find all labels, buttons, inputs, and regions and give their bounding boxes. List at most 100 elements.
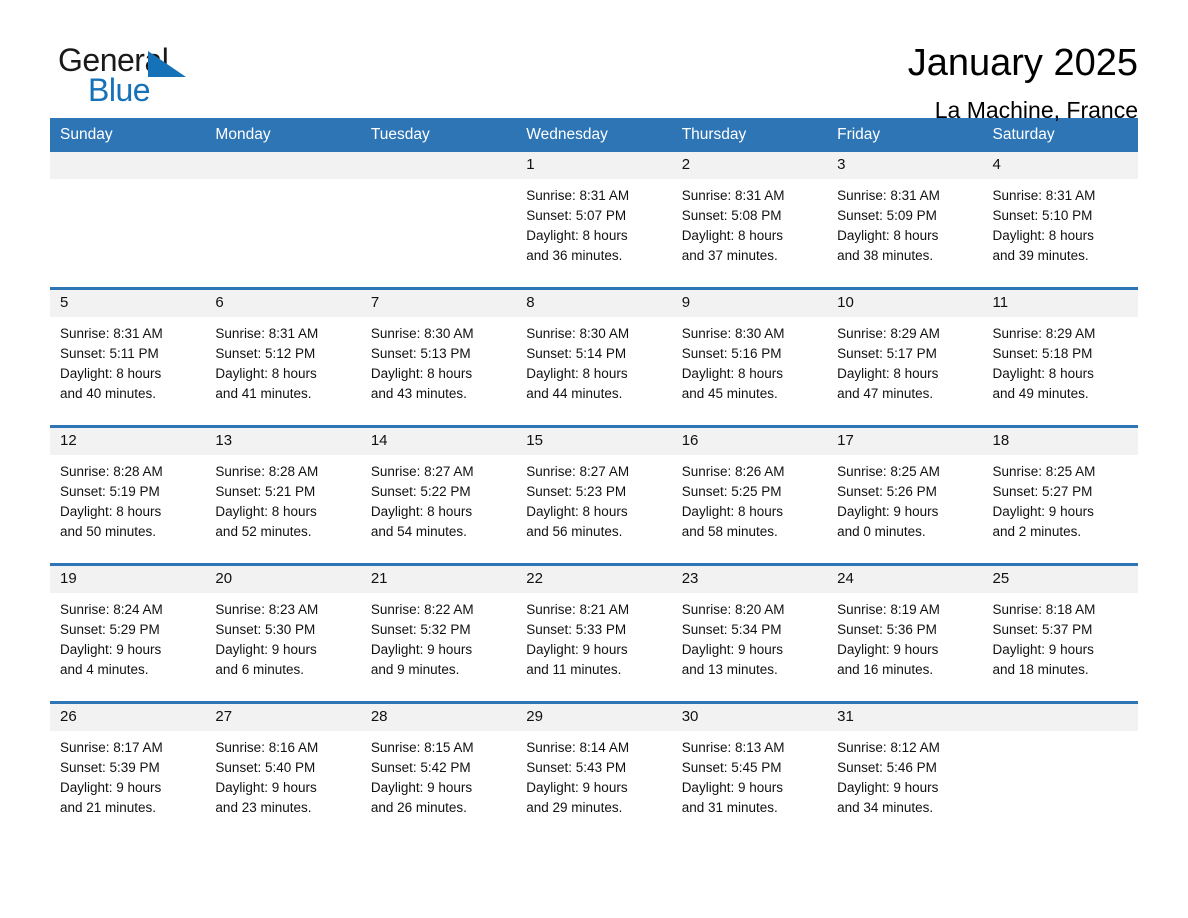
weekday-header-friday: Friday bbox=[837, 126, 881, 143]
week-row: 5 Sunrise: 8:31 AM Sunset: 5:11 PM Dayli… bbox=[50, 287, 1138, 425]
day-sun-info: Sunrise: 8:17 AM Sunset: 5:39 PM Dayligh… bbox=[60, 740, 163, 816]
day-cell[interactable]: 14 Sunrise: 8:27 AM Sunset: 5:22 PM Dayl… bbox=[360, 428, 517, 563]
day-number: 2 bbox=[671, 152, 828, 180]
day-sun-info: Sunrise: 8:31 AM Sunset: 5:09 PM Dayligh… bbox=[837, 188, 940, 264]
day-sun-info: Sunrise: 8:16 AM Sunset: 5:40 PM Dayligh… bbox=[215, 740, 319, 816]
day-cell[interactable]: 19 Sunrise: 8:24 AM Sunset: 5:29 PM Dayl… bbox=[50, 566, 206, 701]
day-sun-info: Sunrise: 8:29 AM Sunset: 5:17 PM Dayligh… bbox=[837, 326, 940, 402]
calendar-page: General Blue January 2025 La Machine, Fr… bbox=[0, 0, 1188, 918]
day-cell[interactable]: 4 Sunrise: 8:31 AM Sunset: 5:10 PM Dayli… bbox=[982, 152, 1138, 287]
weekday-header-wednesday: Wednesday bbox=[526, 126, 608, 143]
day-sun-info: Sunrise: 8:30 AM Sunset: 5:16 PM Dayligh… bbox=[681, 326, 785, 402]
day-cell[interactable] bbox=[50, 152, 206, 287]
day-number: 13 bbox=[205, 428, 361, 456]
day-number: 31 bbox=[827, 704, 983, 732]
day-number: 12 bbox=[50, 428, 206, 456]
day-cell[interactable]: 8 Sunrise: 8:30 AM Sunset: 5:14 PM Dayli… bbox=[516, 290, 672, 425]
week-row: 12 Sunrise: 8:28 AM Sunset: 5:19 PM Dayl… bbox=[50, 425, 1138, 563]
day-sun-info: Sunrise: 8:24 AM Sunset: 5:29 PM Dayligh… bbox=[60, 602, 163, 678]
day-sun-info: Sunrise: 8:31 AM Sunset: 5:07 PM Dayligh… bbox=[526, 188, 630, 264]
day-sun-info: Sunrise: 8:30 AM Sunset: 5:13 PM Dayligh… bbox=[370, 326, 474, 402]
day-cell[interactable] bbox=[205, 152, 361, 287]
day-cell[interactable]: 20 Sunrise: 8:23 AM Sunset: 5:30 PM Dayl… bbox=[205, 566, 361, 701]
day-sun-info bbox=[205, 179, 360, 186]
day-sun-info: Sunrise: 8:23 AM Sunset: 5:30 PM Dayligh… bbox=[215, 602, 319, 678]
day-cell[interactable]: 24 Sunrise: 8:19 AM Sunset: 5:36 PM Dayl… bbox=[827, 566, 983, 701]
day-sun-info: Sunrise: 8:21 AM Sunset: 5:33 PM Dayligh… bbox=[526, 602, 630, 678]
day-number: 7 bbox=[360, 290, 517, 318]
week-row: 19 Sunrise: 8:24 AM Sunset: 5:29 PM Dayl… bbox=[50, 563, 1138, 701]
day-number: 15 bbox=[516, 428, 672, 456]
day-cell[interactable]: 6 Sunrise: 8:31 AM Sunset: 5:12 PM Dayli… bbox=[205, 290, 361, 425]
day-cell[interactable]: 12 Sunrise: 8:28 AM Sunset: 5:19 PM Dayl… bbox=[50, 428, 206, 563]
day-cell[interactable]: 7 Sunrise: 8:30 AM Sunset: 5:13 PM Dayli… bbox=[360, 290, 517, 425]
title-block: January 2025 La Machine, France bbox=[908, 42, 1138, 124]
page-title: January 2025 bbox=[907, 42, 1138, 84]
day-sun-info: Sunrise: 8:26 AM Sunset: 5:25 PM Dayligh… bbox=[681, 464, 785, 540]
day-cell[interactable]: 22 Sunrise: 8:21 AM Sunset: 5:33 PM Dayl… bbox=[516, 566, 672, 701]
day-sun-info: Sunrise: 8:31 AM Sunset: 5:12 PM Dayligh… bbox=[215, 326, 319, 402]
week-row: 1 Sunrise: 8:31 AM Sunset: 5:07 PM Dayli… bbox=[50, 152, 1138, 287]
day-sun-info: Sunrise: 8:29 AM Sunset: 5:18 PM Dayligh… bbox=[992, 326, 1096, 402]
day-number: 19 bbox=[50, 566, 206, 594]
day-sun-info: Sunrise: 8:18 AM Sunset: 5:37 PM Dayligh… bbox=[992, 602, 1096, 678]
day-number: 14 bbox=[360, 428, 517, 456]
day-cell[interactable]: 15 Sunrise: 8:27 AM Sunset: 5:23 PM Dayl… bbox=[516, 428, 672, 563]
day-sun-info: Sunrise: 8:22 AM Sunset: 5:32 PM Dayligh… bbox=[370, 602, 474, 678]
day-cell[interactable]: 28 Sunrise: 8:15 AM Sunset: 5:42 PM Dayl… bbox=[360, 704, 517, 839]
day-cell[interactable]: 3 Sunrise: 8:31 AM Sunset: 5:09 PM Dayli… bbox=[827, 152, 983, 287]
day-cell[interactable]: 31 Sunrise: 8:12 AM Sunset: 5:46 PM Dayl… bbox=[827, 704, 983, 839]
day-cell[interactable]: 1 Sunrise: 8:31 AM Sunset: 5:07 PM Dayli… bbox=[516, 152, 672, 287]
day-cell[interactable]: 27 Sunrise: 8:16 AM Sunset: 5:40 PM Dayl… bbox=[205, 704, 361, 839]
day-sun-info: Sunrise: 8:31 AM Sunset: 5:08 PM Dayligh… bbox=[681, 188, 785, 264]
week-row: 26 Sunrise: 8:17 AM Sunset: 5:39 PM Dayl… bbox=[50, 701, 1138, 839]
day-number: 28 bbox=[360, 704, 517, 732]
day-sun-info bbox=[983, 731, 1138, 738]
day-cell[interactable] bbox=[982, 704, 1138, 839]
day-number bbox=[360, 152, 517, 180]
day-cell[interactable]: 21 Sunrise: 8:22 AM Sunset: 5:32 PM Dayl… bbox=[360, 566, 517, 701]
day-number: 24 bbox=[827, 566, 983, 594]
day-number: 4 bbox=[982, 152, 1138, 180]
day-cell[interactable]: 18 Sunrise: 8:25 AM Sunset: 5:27 PM Dayl… bbox=[982, 428, 1138, 563]
day-sun-info: Sunrise: 8:31 AM Sunset: 5:11 PM Dayligh… bbox=[60, 326, 163, 402]
weekday-header-tuesday: Tuesday bbox=[370, 126, 430, 143]
day-cell[interactable]: 16 Sunrise: 8:26 AM Sunset: 5:25 PM Dayl… bbox=[671, 428, 828, 563]
day-number: 18 bbox=[982, 428, 1138, 456]
day-cell[interactable] bbox=[360, 152, 517, 287]
weekday-header-sunday: Sunday bbox=[60, 126, 113, 143]
day-sun-info: Sunrise: 8:30 AM Sunset: 5:14 PM Dayligh… bbox=[526, 326, 630, 402]
day-sun-info: Sunrise: 8:28 AM Sunset: 5:19 PM Dayligh… bbox=[60, 464, 163, 540]
weekday-header-saturday: Saturday bbox=[992, 126, 1055, 143]
day-cell[interactable]: 25 Sunrise: 8:18 AM Sunset: 5:37 PM Dayl… bbox=[982, 566, 1138, 701]
day-sun-info bbox=[50, 179, 205, 186]
day-number: 1 bbox=[516, 152, 672, 180]
logo-text-blue: Blue bbox=[88, 72, 151, 108]
day-cell[interactable]: 11 Sunrise: 8:29 AM Sunset: 5:18 PM Dayl… bbox=[982, 290, 1138, 425]
day-sun-info: Sunrise: 8:19 AM Sunset: 5:36 PM Dayligh… bbox=[837, 602, 940, 678]
day-sun-info: Sunrise: 8:25 AM Sunset: 5:27 PM Dayligh… bbox=[992, 464, 1096, 540]
day-cell[interactable]: 23 Sunrise: 8:20 AM Sunset: 5:34 PM Dayl… bbox=[671, 566, 828, 701]
day-cell[interactable]: 29 Sunrise: 8:14 AM Sunset: 5:43 PM Dayl… bbox=[516, 704, 672, 839]
day-cell[interactable]: 17 Sunrise: 8:25 AM Sunset: 5:26 PM Dayl… bbox=[827, 428, 983, 563]
day-cell[interactable]: 10 Sunrise: 8:29 AM Sunset: 5:17 PM Dayl… bbox=[827, 290, 983, 425]
day-sun-info: Sunrise: 8:25 AM Sunset: 5:26 PM Dayligh… bbox=[837, 464, 940, 540]
day-sun-info: Sunrise: 8:27 AM Sunset: 5:22 PM Dayligh… bbox=[370, 464, 474, 540]
day-number: 30 bbox=[671, 704, 828, 732]
day-cell[interactable]: 26 Sunrise: 8:17 AM Sunset: 5:39 PM Dayl… bbox=[50, 704, 206, 839]
day-cell[interactable]: 2 Sunrise: 8:31 AM Sunset: 5:08 PM Dayli… bbox=[671, 152, 828, 287]
triangle-icon bbox=[148, 51, 186, 77]
day-number: 5 bbox=[50, 290, 206, 318]
day-number: 17 bbox=[827, 428, 983, 456]
calendar-grid: Sunday Monday Tuesday Wednesday Thursday… bbox=[50, 118, 1138, 839]
day-cell[interactable]: 30 Sunrise: 8:13 AM Sunset: 5:45 PM Dayl… bbox=[671, 704, 828, 839]
day-number bbox=[982, 704, 1138, 732]
day-number: 20 bbox=[205, 566, 361, 594]
day-number: 26 bbox=[50, 704, 206, 732]
day-number: 23 bbox=[671, 566, 828, 594]
day-cell[interactable]: 5 Sunrise: 8:31 AM Sunset: 5:11 PM Dayli… bbox=[50, 290, 206, 425]
day-cell[interactable]: 13 Sunrise: 8:28 AM Sunset: 5:21 PM Dayl… bbox=[205, 428, 361, 563]
day-number: 21 bbox=[360, 566, 517, 594]
day-number bbox=[205, 152, 361, 180]
day-cell[interactable]: 9 Sunrise: 8:30 AM Sunset: 5:16 PM Dayli… bbox=[671, 290, 828, 425]
